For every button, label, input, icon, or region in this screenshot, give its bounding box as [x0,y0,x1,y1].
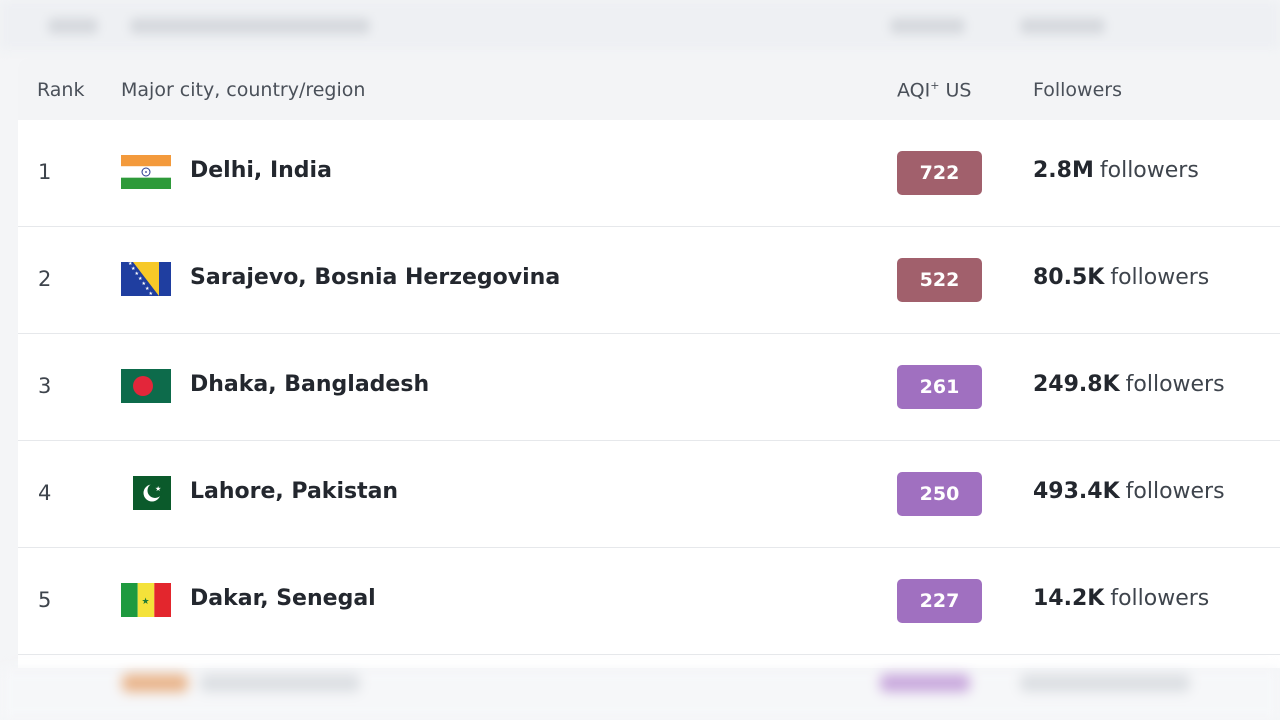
table-row[interactable]: 1 Delhi, India 722 2.8M followers [18,120,1280,227]
rank-value: 4 [38,481,52,505]
rank-value: 3 [38,374,52,398]
rank-column-header[interactable]: Rank [37,79,84,101]
aqi-column-header[interactable]: AQI+ US [897,79,971,101]
followers-label: followers [1125,372,1225,397]
aqi-badge: 227 [897,579,982,623]
aqi-badge: 250 [897,472,982,516]
bosnia-flag-icon: ★ ★ ★ ★ ★ ★ ★ [121,262,171,296]
followers-label: followers [1099,158,1199,183]
followers-column-header[interactable]: Followers [1033,79,1122,101]
followers-number: 249.8K [1033,372,1120,397]
aqi-unit: US [945,79,972,102]
followers-count: 249.8K followers [1033,372,1225,397]
city-name[interactable]: Dhaka, Bangladesh [190,372,429,397]
city-name[interactable]: Delhi, India [190,158,332,183]
table-row[interactable]: 3 Dhaka, Bangladesh 261 249.8K followers [18,334,1280,441]
followers-number: 80.5K [1033,265,1105,290]
followers-count: 14.2K followers [1033,586,1209,611]
followers-label: followers [1125,479,1225,504]
followers-count: 80.5K followers [1033,265,1209,290]
city-column-header[interactable]: Major city, country/region [121,79,365,101]
rank-value: 1 [38,160,52,184]
followers-count: 493.4K followers [1033,479,1225,504]
table-row[interactable]: 5 ★ Dakar, Senegal 227 14.2K followers [18,548,1280,655]
followers-label: followers [1110,586,1210,611]
followers-number: 14.2K [1033,586,1105,611]
india-flag-icon [121,155,171,189]
svg-text:★: ★ [142,597,150,607]
ranking-table: Rank Major city, country/region AQI+ US … [18,58,1280,668]
followers-number: 2.8M [1033,158,1094,183]
city-name[interactable]: Dakar, Senegal [190,586,376,611]
aqi-plus-sup: + [930,79,940,92]
blurred-next-row [0,668,1280,720]
aqi-badge: 261 [897,365,982,409]
svg-text:★: ★ [155,485,161,493]
aqi-label: AQI [897,79,931,102]
table-row[interactable]: 4 ★ Lahore, Pakistan 250 493.4K followers [18,441,1280,548]
rank-value: 2 [38,267,52,291]
pakistan-flag-icon: ★ [121,476,171,510]
city-name[interactable]: Sarajevo, Bosnia Herzegovina [190,265,560,290]
followers-number: 493.4K [1033,479,1120,504]
city-name[interactable]: Lahore, Pakistan [190,479,398,504]
aqi-badge: 522 [897,258,982,302]
table-header: Rank Major city, country/region AQI+ US … [18,58,1280,120]
bangladesh-flag-icon [121,369,171,403]
table-row[interactable]: 2 ★ ★ ★ ★ ★ ★ ★ Sarajevo, Bosnia Herzegovina … [18,227,1280,334]
aqi-badge: 722 [897,151,982,195]
rank-value: 5 [38,588,52,612]
senegal-flag-icon: ★ [121,583,171,617]
followers-count: 2.8M followers [1033,158,1199,183]
blurred-header-strip [0,0,1280,50]
svg-text:★: ★ [149,291,154,296]
followers-label: followers [1110,265,1210,290]
